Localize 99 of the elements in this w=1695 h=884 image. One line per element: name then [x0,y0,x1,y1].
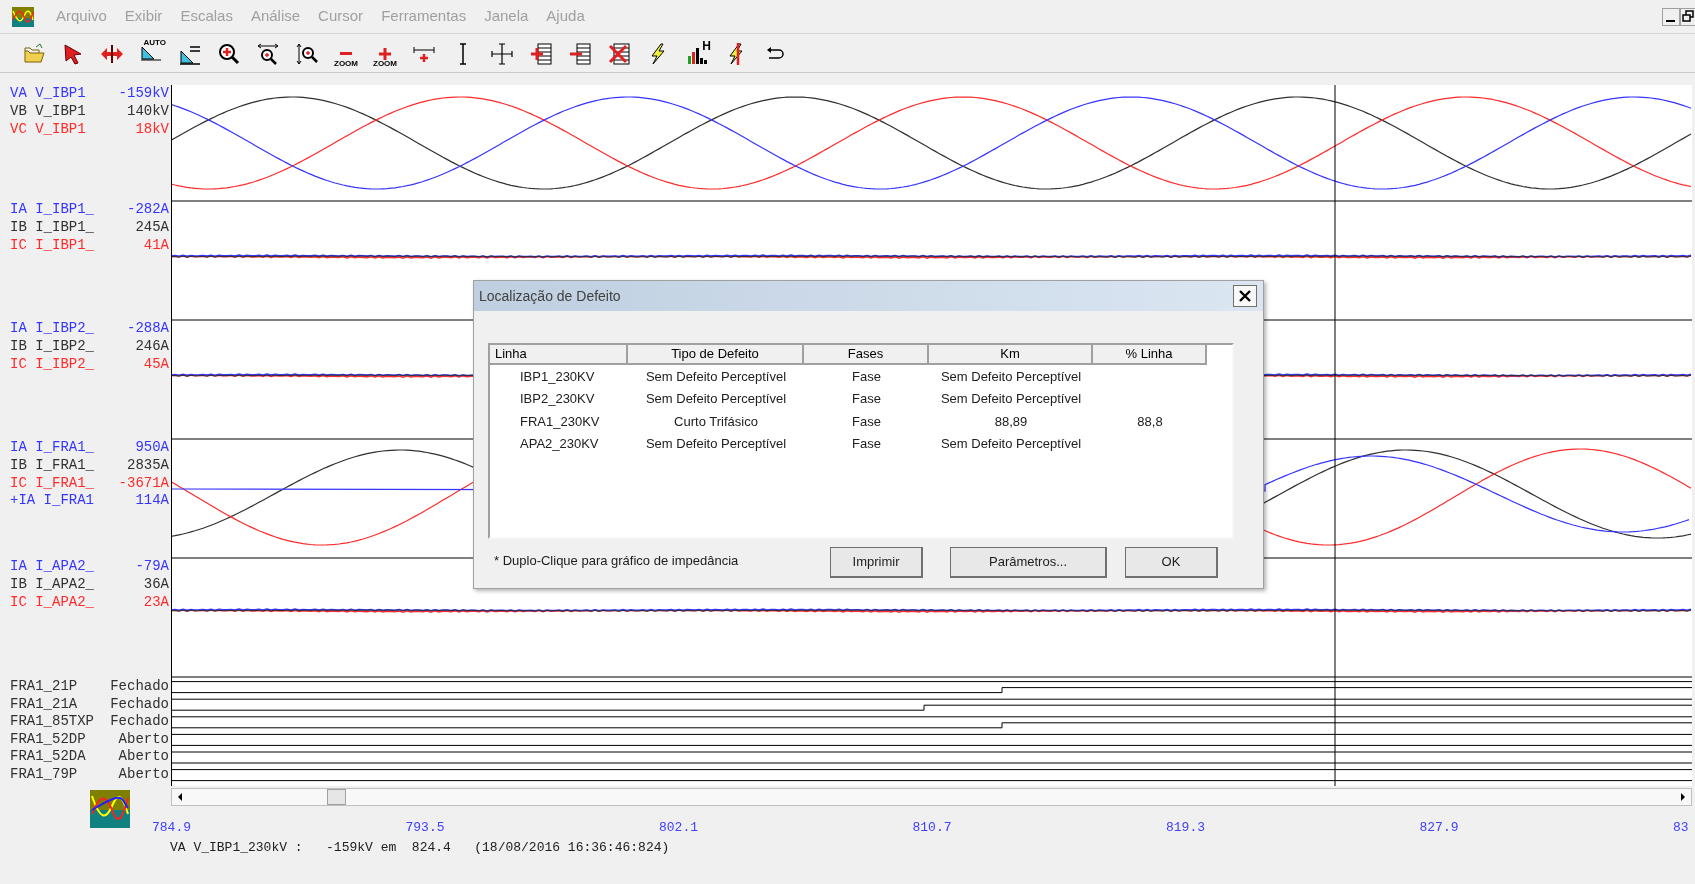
channel-label[interactable]: IB I_FRA1_ [10,456,94,475]
channel-value: 41A [143,236,169,255]
channel-value: 18kV [135,120,169,139]
channel-value: 140kV [127,102,169,121]
list-delete-icon [607,41,631,66]
channel-value: 245A [135,218,169,237]
column-header[interactable]: Km [929,345,1093,365]
table-cell-text: Curto Trifásico [673,412,759,431]
channel-state: Aberto [118,748,169,766]
toolbar-button[interactable]: ZOOM [369,37,401,70]
channel-label[interactable]: IB I_IBP2_ [10,337,94,356]
crosshair-icon [490,41,514,66]
table-cell-text: APA2_230KV [519,435,600,453]
dialog-button[interactable]: Parâmetros... [950,547,1107,578]
channel-state: Aberto [118,730,169,749]
column-header[interactable]: Linha [490,345,628,365]
table-cell-text: Sem Defeito Perceptível [644,367,788,386]
scrollbar-thumb[interactable] [327,789,346,805]
close-button[interactable] [1233,285,1257,307]
channel-state: Aberto [118,765,169,784]
channel-value: -288A [127,320,169,338]
channel-label[interactable]: IA I_IBP1_ [10,201,94,219]
toolbar-button[interactable]: H [681,37,713,70]
channel-value: -3671A [118,474,169,493]
table-cell-text: Sem Defeito Perceptível [939,367,1083,386]
channel-value: 2835A [127,456,169,475]
horizontal-scrollbar[interactable] [171,788,1692,806]
table-cell-text: Sem Defeito Perceptível [644,435,788,453]
footnote-text: * Duplo-Clique para gráfico de impedância [494,552,739,570]
table-cell-text: Fase [851,367,882,386]
column-header[interactable]: Fases [804,345,929,365]
table-cell-text: Sem Defeito Perceptível [939,390,1083,408]
axis-tick-label: 819.3 [1166,819,1206,837]
table-cell-text: 88,8 [1136,412,1164,431]
dialog-button[interactable]: Imprimir [830,547,923,578]
ruler-icon [140,46,162,61]
minus-icon [340,52,352,55]
channel-state: Fechado [110,678,169,696]
i-beam-icon [459,42,467,65]
channel-label[interactable]: FRA1_85TXP [10,713,94,731]
column-header[interactable]: % Linha [1093,345,1207,365]
close-icon [1239,290,1251,302]
plus-icon [379,47,391,60]
channel-label[interactable]: FRA1_79P [10,765,78,784]
channel-value: 36A [143,575,169,594]
channel-value: 950A [135,439,169,457]
channel-label[interactable]: IB I_APA2_ [10,575,94,594]
column-header[interactable]: Tipo de Defeito [628,345,804,365]
table-cell-text: FRA1_230KV [519,412,601,431]
list-remove-icon [568,41,592,66]
table-cell-text: Fase [851,412,882,431]
channel-label[interactable]: FRA1_21A [10,695,78,714]
channel-label[interactable]: FRA1_52DA [10,748,86,766]
channel-label[interactable]: FRA1_21P [10,678,78,696]
channel-label[interactable]: IB I_IBP1_ [10,218,94,237]
channel-value: -159kV [118,85,169,103]
channel-value: -282A [127,201,169,219]
channel-value: 246A [135,337,169,356]
zoom-in-icon [217,41,241,66]
minimize-icon[interactable] [1662,8,1680,26]
axis-tick-label: 802.1 [659,819,699,837]
axis-tick-label: 827.9 [1419,819,1460,837]
restore-icon[interactable] [1680,8,1695,26]
dialog-button[interactable]: OK [1125,547,1218,578]
channel-state: Fechado [110,713,169,731]
channel-value: 114A [135,492,169,511]
toolbar-button[interactable]: ZOOM [330,37,362,70]
zoom-icon [295,41,319,66]
app-logo-icon [90,790,130,828]
status-text: VA V_IBP1_230kV : -159kV em 824.4 (18/08/2016 16:36:46:824) [170,838,671,857]
channel-state: Fechado [110,695,169,714]
channel-label[interactable]: IA I_FRA1_ [10,439,94,457]
channel-label[interactable]: IA I_APA2_ [10,558,94,576]
cursor-line[interactable] [1334,85,1336,786]
channel-value: 23A [143,593,169,612]
channel-value: 45A [143,355,169,374]
channel-label[interactable]: VA V_IBP1 [10,85,86,103]
zoom-icon [256,41,280,66]
axis-tick-label: 810.7 [912,819,953,837]
dialog-title: Localização de Defeito [479,286,621,306]
channel-value: -79A [135,558,169,576]
channel-label[interactable]: IA I_IBP2_ [10,320,94,338]
table-cell-text: 88,89 [993,412,1029,431]
axis-tick-label: 784.9 [152,819,192,837]
channel-label[interactable]: VB V_IBP1 [10,102,86,121]
table-cell-text: IBP1_230KV [519,367,596,386]
folder-icon [22,41,46,66]
toolbar-button[interactable]: AUTO [135,37,167,70]
channel-label[interactable]: +IA I_FRA1 [10,492,94,511]
table-cell-text: Fase [851,435,882,453]
table-cell-text: Fase [851,390,882,408]
channel-label[interactable]: FRA1_52DP [10,730,86,749]
list-add-icon [529,41,553,66]
table-cell-text: IBP2_230KV [519,390,596,408]
table-cell-text: Sem Defeito Perceptível [939,435,1083,453]
app-icon [12,6,34,27]
axis-tick-label: 83 [1673,819,1689,837]
axis-tick-label: 793.5 [405,819,446,837]
table-cell-text: Sem Defeito Perceptível [644,390,788,408]
